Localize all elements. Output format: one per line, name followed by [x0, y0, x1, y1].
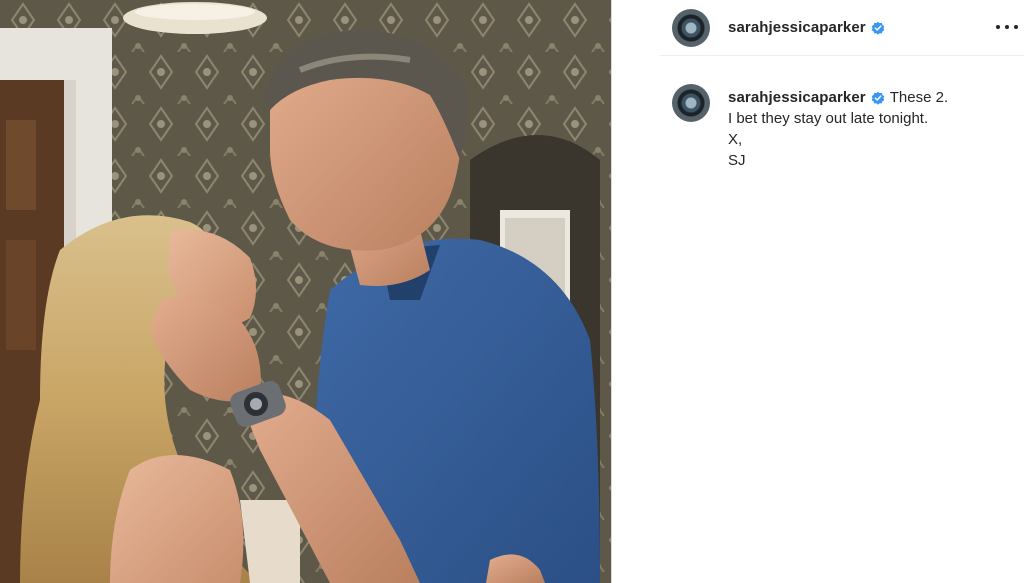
more-options-icon[interactable] — [996, 20, 1018, 34]
verified-badge-icon — [871, 91, 885, 105]
caption-text-line-4: SJ — [728, 152, 746, 169]
caption-text-line-3: X, — [728, 131, 743, 148]
post-caption: sarahjessicaparker These 2. I bet they s… — [672, 84, 1024, 171]
post-header: sarahjessicaparker — [660, 0, 1024, 56]
post-sidebar: sarahjessicaparker sarahjessicaparker Th… — [612, 0, 1024, 583]
caption-avatar[interactable] — [672, 84, 710, 122]
post-photo-image — [0, 0, 612, 583]
caption-text-line-1: These 2. — [889, 89, 949, 106]
post-photo[interactable] — [0, 0, 612, 583]
verified-badge-icon — [871, 21, 885, 35]
caption-text-line-2: I bet they stay out late tonight. — [728, 110, 929, 127]
avatar[interactable] — [672, 8, 710, 47]
caption-first-line: sarahjessicaparker These 2. — [728, 87, 948, 108]
caption-username[interactable]: sarahjessicaparker — [728, 87, 866, 108]
caption-body: sarahjessicaparker These 2. I bet they s… — [728, 87, 948, 171]
header-username[interactable]: sarahjessicaparker — [728, 19, 866, 36]
instagram-post: sarahjessicaparker sarahjessicaparker Th… — [0, 0, 1024, 583]
